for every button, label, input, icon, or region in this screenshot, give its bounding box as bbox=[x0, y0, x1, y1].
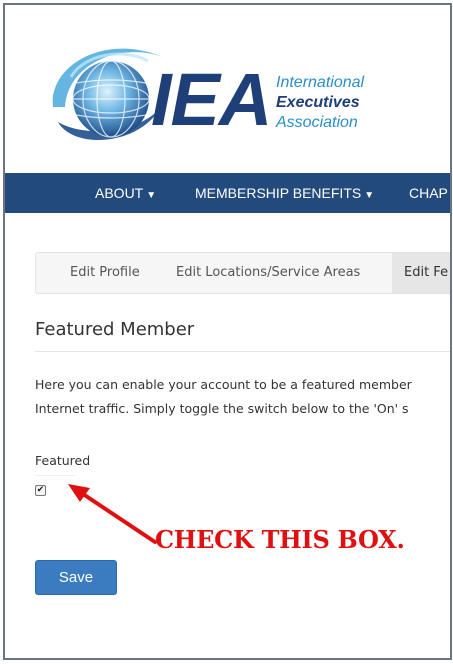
caret-down-icon: ▼ bbox=[364, 190, 375, 201]
logo-line-international: International bbox=[276, 74, 365, 91]
nav-item-label: ABOUT bbox=[95, 185, 144, 201]
profile-tabs: Edit Profile Edit Locations/Service Area… bbox=[35, 252, 450, 294]
tab-edit-featured[interactable]: Edit Fe bbox=[392, 253, 450, 293]
description-line: Internet traffic. Simply toggle the swit… bbox=[35, 401, 409, 416]
logo-abbreviation: IEA bbox=[151, 58, 272, 141]
save-button[interactable]: Save bbox=[35, 560, 117, 595]
nav-item-label: CHAP bbox=[409, 185, 448, 201]
field-divider bbox=[35, 475, 75, 476]
section-title: Featured Member bbox=[35, 319, 195, 340]
nav-item-membership-benefits[interactable]: MEMBERSHIP BENEFITS ▼ bbox=[195, 173, 374, 213]
featured-label: Featured bbox=[35, 453, 91, 468]
instruction-annotation: CHECK THIS BOX. bbox=[155, 525, 405, 554]
caret-down-icon: ▼ bbox=[146, 190, 157, 201]
main-navbar: ABOUT ▼ MEMBERSHIP BENEFITS ▼ CHAP bbox=[5, 173, 450, 213]
tab-edit-locations[interactable]: Edit Locations/Service Areas bbox=[176, 253, 360, 293]
red-arrow-icon bbox=[68, 484, 157, 544]
description-line: Here you can enable your account to be a… bbox=[35, 377, 412, 392]
nav-item-about[interactable]: ABOUT ▼ bbox=[95, 173, 156, 213]
page-frame: IEA International Executives Association… bbox=[3, 3, 452, 660]
iea-logo[interactable]: IEA International Executives Association bbox=[43, 37, 383, 149]
tab-edit-profile[interactable]: Edit Profile bbox=[70, 253, 140, 293]
logo-line-executives: Executives bbox=[276, 94, 360, 111]
section-description: Here you can enable your account to be a… bbox=[35, 373, 450, 421]
logo-line-association: Association bbox=[276, 114, 358, 131]
section-divider bbox=[35, 351, 450, 352]
nav-item-chapters[interactable]: CHAP bbox=[409, 173, 448, 213]
featured-checkbox[interactable]: ✔ bbox=[35, 485, 46, 496]
nav-item-label: MEMBERSHIP BENEFITS bbox=[195, 185, 362, 201]
